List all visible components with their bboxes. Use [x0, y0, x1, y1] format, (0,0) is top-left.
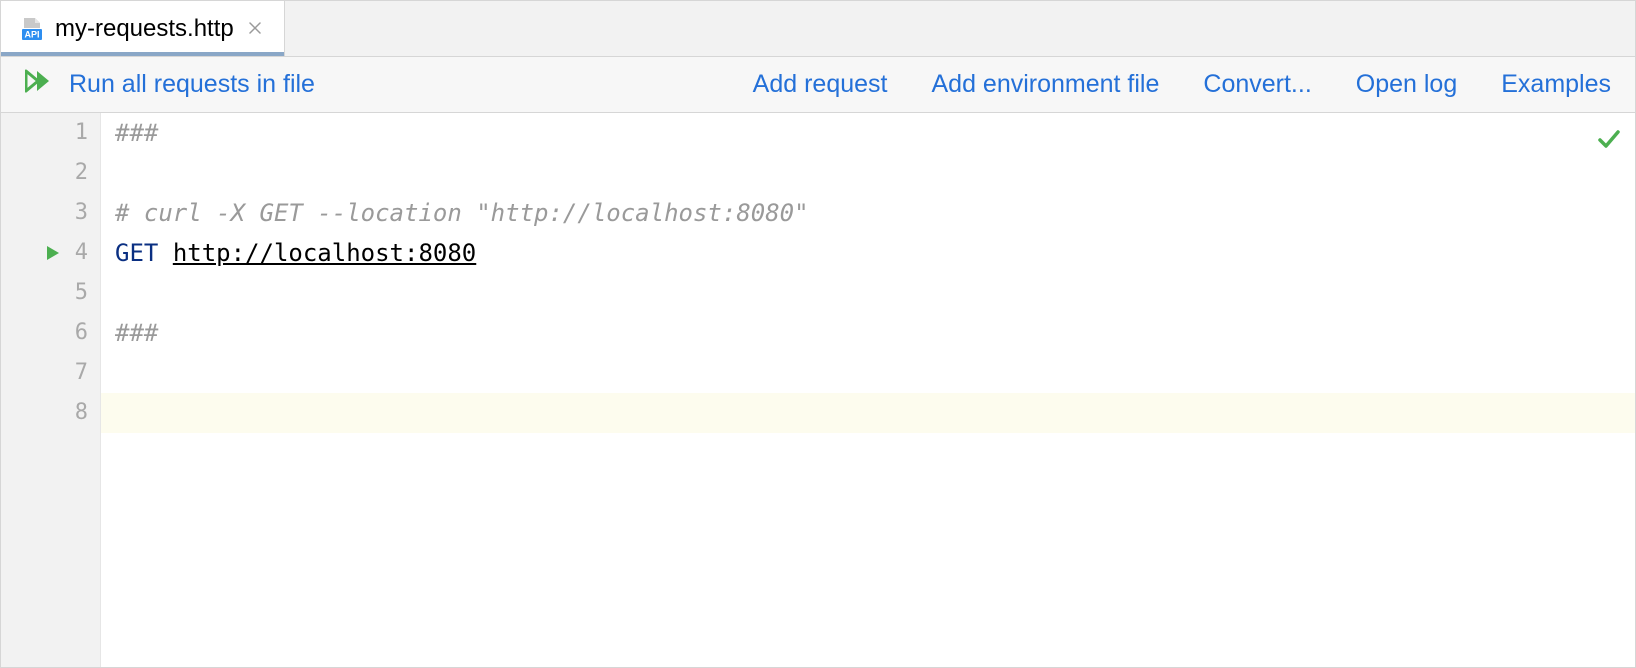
code-line: # curl -X GET --location "http://localho…: [115, 193, 1635, 233]
gutter: 12345678: [1, 113, 101, 667]
gutter-row: 4: [1, 233, 100, 273]
line-number: 6: [60, 313, 88, 353]
code-line: ###: [115, 113, 1635, 153]
tab-bar: API my-requests.http: [1, 1, 1635, 57]
separator-token: ###: [115, 113, 158, 153]
add-request-link[interactable]: Add request: [753, 70, 888, 99]
open-log-link[interactable]: Open log: [1356, 70, 1457, 99]
gutter-row: 1: [1, 113, 100, 153]
line-number: 5: [60, 273, 88, 313]
line-number: 1: [60, 113, 88, 153]
api-file-icon: API: [19, 16, 45, 42]
http-toolbar: Run all requests in file Add request Add…: [1, 57, 1635, 113]
line-number: 8: [60, 393, 88, 433]
file-tab[interactable]: API my-requests.http: [1, 1, 285, 56]
line-number: 2: [60, 153, 88, 193]
add-env-file-link[interactable]: Add environment file: [931, 70, 1159, 99]
close-icon[interactable]: [244, 16, 266, 42]
convert-link[interactable]: Convert...: [1203, 70, 1311, 99]
code-line: [115, 273, 1635, 313]
gutter-row: 3: [1, 193, 100, 233]
comment-token: # curl -X GET --location "http://localho…: [115, 193, 809, 233]
code-line: [115, 153, 1635, 193]
run-all-icon: [25, 69, 55, 100]
line-number: 7: [60, 353, 88, 393]
toolbar-links: Add request Add environment file Convert…: [753, 70, 1611, 99]
editor-content[interactable]: ### # curl -X GET --location "http://loc…: [101, 113, 1635, 667]
separator-token: ###: [115, 313, 158, 353]
gutter-row: 2: [1, 153, 100, 193]
code-editor[interactable]: 12345678 ### # curl -X GET --location "h…: [1, 113, 1635, 667]
examples-link[interactable]: Examples: [1501, 70, 1611, 99]
http-method-token: GET: [115, 233, 158, 273]
gutter-row: 5: [1, 273, 100, 313]
code-line: GET http://localhost:8080: [115, 233, 1635, 273]
code-line-current: [101, 393, 1635, 433]
editor-window: API my-requests.http Run all requests in…: [0, 0, 1636, 668]
gutter-row: 7: [1, 353, 100, 393]
file-tab-label: my-requests.http: [55, 15, 234, 43]
svg-text:API: API: [24, 29, 39, 39]
url-token[interactable]: http://localhost:8080: [173, 233, 476, 273]
gutter-row: 6: [1, 313, 100, 353]
run-all-button[interactable]: Run all requests in file: [25, 69, 315, 100]
check-icon[interactable]: [1597, 123, 1621, 163]
run-line-icon[interactable]: [44, 244, 62, 262]
run-all-label: Run all requests in file: [69, 70, 315, 99]
code-line: ###: [115, 313, 1635, 353]
line-number: 4: [60, 233, 88, 273]
line-number: 3: [60, 193, 88, 233]
code-line: [115, 353, 1635, 393]
gutter-row: 8: [1, 393, 100, 433]
